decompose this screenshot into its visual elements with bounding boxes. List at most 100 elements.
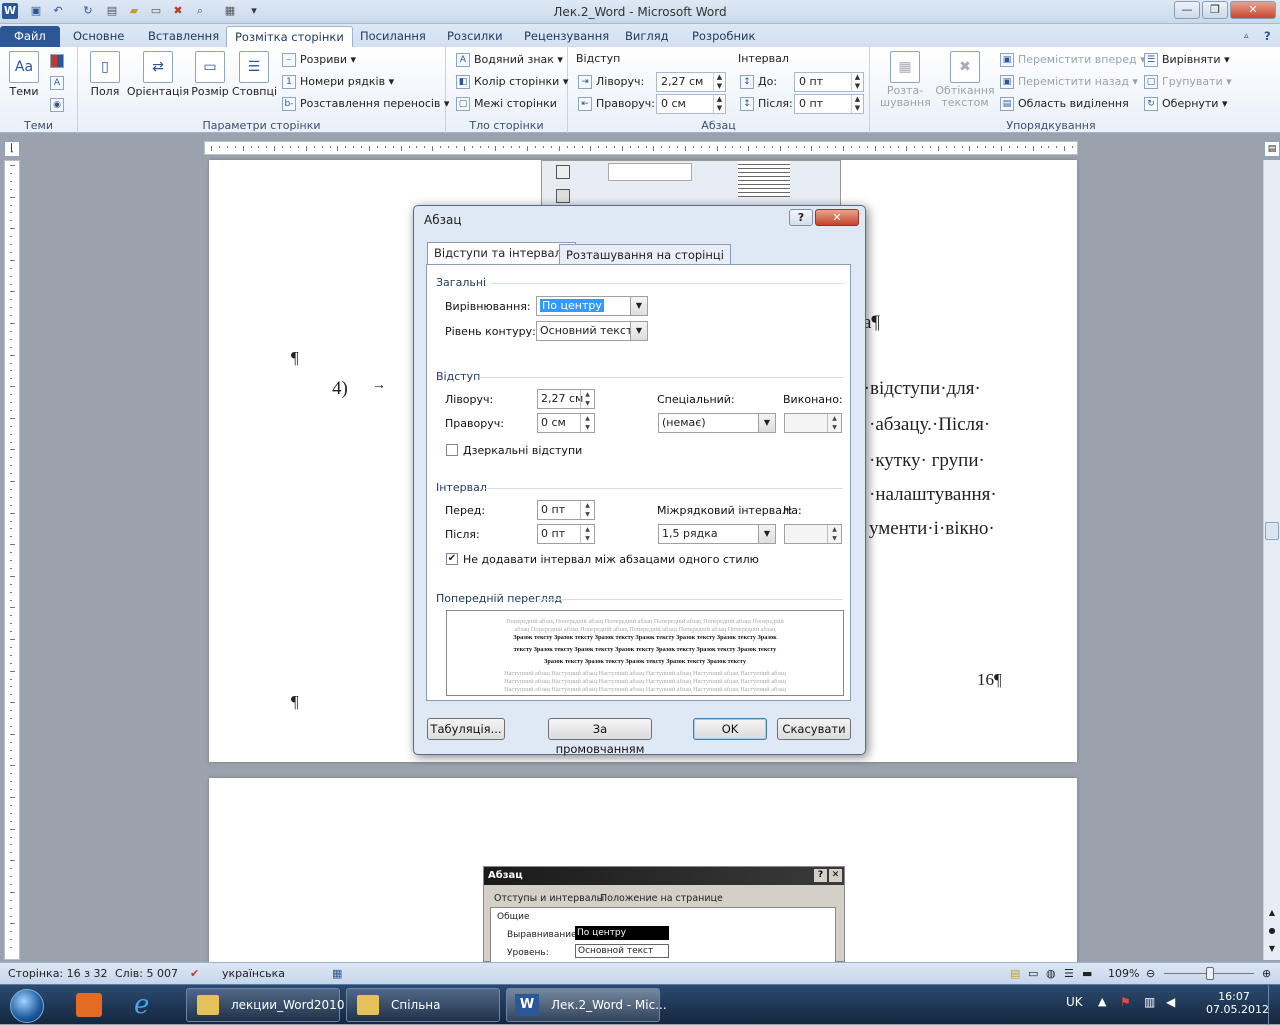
tab-selector-icon[interactable]: ⌊: [4, 141, 20, 157]
action-center-icon[interactable]: ⚑: [1120, 995, 1131, 1009]
indent-left-input[interactable]: 2,27 см ▲ ▼: [537, 389, 595, 409]
by-input[interactable]: ▲ ▼: [784, 413, 842, 433]
close-window-button[interactable]: ✕: [1230, 1, 1276, 19]
mirror-indents-checkbox[interactable]: [446, 444, 458, 456]
prev-page-icon[interactable]: ▲: [1265, 908, 1279, 922]
line-spacing-select[interactable]: 1,5 рядка ▼: [658, 524, 776, 544]
spacing-after-spinner[interactable]: 0 пт ▲ ▼: [794, 94, 864, 114]
show-hidden-icons-icon[interactable]: ▲: [1098, 995, 1106, 1008]
view-ruler-icon[interactable]: ▤: [1264, 141, 1280, 157]
web-layout-icon[interactable]: ◍: [1046, 963, 1056, 984]
themes-button[interactable]: Aa Теми: [6, 51, 42, 98]
zoom-in-icon[interactable]: ⊕: [1262, 963, 1271, 984]
zoom-slider-thumb[interactable]: [1206, 967, 1214, 980]
dialog-help-button[interactable]: ?: [789, 209, 813, 226]
language-indicator[interactable]: українська: [222, 963, 285, 984]
spacing-before-input[interactable]: 0 пт ▲ ▼: [537, 500, 595, 520]
indent-right-input[interactable]: 0 см ▲ ▼: [537, 413, 595, 433]
start-button[interactable]: [10, 989, 44, 1023]
hyphenation-button[interactable]: b‑ Розставлення переносів ▾: [282, 94, 449, 114]
zoom-level[interactable]: 109%: [1108, 963, 1139, 984]
clock[interactable]: 16:07 07.05.2012: [1206, 990, 1269, 1016]
tab-mailings[interactable]: Розсилки: [439, 26, 511, 47]
tabs-button[interactable]: Табуляція...: [427, 718, 505, 740]
theme-colors-icon[interactable]: [50, 51, 68, 71]
taskbar-item-shared[interactable]: Спільна: [346, 988, 500, 1022]
special-select[interactable]: (немає) ▼: [658, 413, 776, 433]
page-color-button[interactable]: ◧ Колір сторінки ▾: [456, 72, 568, 92]
columns-button[interactable]: ☰ Стовпці: [232, 51, 277, 98]
outline-icon[interactable]: ☰: [1064, 963, 1074, 984]
align-button[interactable]: ☰ Вирівняти ▾: [1144, 50, 1230, 70]
macro-record-icon[interactable]: ▦: [332, 963, 342, 984]
spinner-arrows-icon[interactable]: ▲ ▼: [580, 501, 594, 519]
ok-button[interactable]: OK: [693, 718, 767, 740]
page-count[interactable]: Сторінка: 16 з 32: [8, 963, 107, 984]
cancel-button[interactable]: Скасувати: [777, 718, 851, 740]
zoom-out-icon[interactable]: ⊖: [1146, 963, 1155, 984]
at-input[interactable]: ▲ ▼: [784, 524, 842, 544]
taskbar-item-folder[interactable]: лекции_Word2010: [186, 988, 344, 1022]
document-page-2[interactable]: Абзац ? ✕ Отступы и интервалы Положение …: [209, 778, 1077, 963]
next-page-icon[interactable]: ▼: [1265, 944, 1279, 958]
tab-file[interactable]: Файл: [0, 26, 60, 47]
input-language[interactable]: UK: [1066, 995, 1083, 1009]
tab-page-layout[interactable]: Розмітка сторінки: [226, 26, 353, 47]
show-desktop-button[interactable]: [1268, 985, 1280, 1025]
tab-indents-spacing[interactable]: Відступи та інтервали: [427, 242, 577, 266]
tab-line-page-breaks[interactable]: Розташування на сторінці: [559, 244, 731, 265]
group-button[interactable]: ▢ Групувати ▾: [1144, 72, 1232, 92]
dont-add-space-checkbox[interactable]: ✔: [446, 553, 458, 565]
alignment-select[interactable]: По центру ▼: [536, 296, 648, 316]
dialog-close-button[interactable]: ✕: [815, 209, 859, 226]
print-layout-icon[interactable]: ▤: [1010, 963, 1020, 984]
theme-fonts-icon[interactable]: A: [50, 73, 68, 93]
tab-view[interactable]: Вигляд: [617, 26, 677, 47]
spinner-arrows-icon[interactable]: ▲ ▼: [580, 414, 594, 432]
tab-insert[interactable]: Вставлення: [140, 26, 227, 47]
indent-right-spinner[interactable]: 0 см ▲ ▼: [656, 94, 726, 114]
margins-button[interactable]: ▯ Поля: [86, 51, 124, 98]
rotate-button[interactable]: ↻ Обернути ▾: [1144, 94, 1227, 114]
full-screen-icon[interactable]: ▭: [1028, 963, 1038, 984]
word-count[interactable]: Слів: 5 007: [115, 963, 178, 984]
spinner-arrows-icon[interactable]: ▲ ▼: [827, 414, 841, 432]
spinner-arrows-icon[interactable]: ▲ ▼: [580, 390, 594, 408]
position-button[interactable]: ▦ Розта-шування: [880, 51, 931, 109]
horizontal-ruler[interactable]: [204, 141, 1078, 155]
tab-developer[interactable]: Розробник: [684, 26, 763, 47]
network-icon[interactable]: ▥: [1144, 995, 1155, 1009]
scrollbar-thumb[interactable]: [1265, 522, 1279, 540]
vertical-scrollbar[interactable]: ▲ ● ▼: [1263, 160, 1280, 960]
spacing-before-spinner[interactable]: 0 пт ▲ ▼: [794, 72, 864, 92]
size-button[interactable]: ▭ Розмір: [190, 51, 230, 98]
breaks-button[interactable]: ⎯ Розриви ▾: [282, 50, 356, 70]
theme-effects-icon[interactable]: ◉: [50, 95, 68, 115]
minimize-button[interactable]: —: [1174, 1, 1200, 19]
outline-level-select[interactable]: Основний текст ▼: [536, 321, 648, 341]
watermark-button[interactable]: A Водяний знак ▾: [456, 50, 563, 70]
volume-icon[interactable]: ◀: [1166, 995, 1175, 1009]
tab-review[interactable]: Рецензування: [516, 26, 617, 47]
ribbon-minimize-icon[interactable]: ▵: [1236, 26, 1257, 47]
orientation-button[interactable]: ⇄ Орієнтація: [126, 51, 190, 98]
set-default-button[interactable]: За промовчанням: [548, 718, 652, 756]
spinner-arrows-icon[interactable]: ▲ ▼: [827, 525, 841, 543]
line-numbers-button[interactable]: 1 Номери рядків ▾: [282, 72, 394, 92]
media-player-icon[interactable]: [76, 993, 102, 1017]
draft-icon[interactable]: ▬: [1082, 963, 1092, 984]
internet-explorer-icon[interactable]: e: [134, 991, 164, 1019]
spinner-arrows-icon[interactable]: ▲ ▼: [580, 525, 594, 543]
spellcheck-icon[interactable]: ✔: [190, 963, 199, 984]
maximize-button[interactable]: ❐: [1202, 1, 1228, 19]
wrap-text-button[interactable]: ✖ Обтікання текстом: [934, 51, 996, 109]
bring-forward-button[interactable]: ▣ Перемістити вперед ▾: [1000, 50, 1146, 70]
vertical-ruler[interactable]: [4, 160, 20, 960]
taskbar-item-word[interactable]: W Лек.2_Word - Mic...: [506, 988, 667, 1022]
browse-object-icon[interactable]: ●: [1265, 926, 1279, 940]
page-borders-button[interactable]: ▢ Межі сторінки: [456, 94, 557, 114]
tab-references[interactable]: Посилання: [352, 26, 434, 47]
selection-pane-button[interactable]: ▤ Область виділення: [1000, 94, 1129, 114]
send-backward-button[interactable]: ▣ Перемістити назад ▾: [1000, 72, 1138, 92]
tab-home[interactable]: Основне: [65, 26, 132, 47]
